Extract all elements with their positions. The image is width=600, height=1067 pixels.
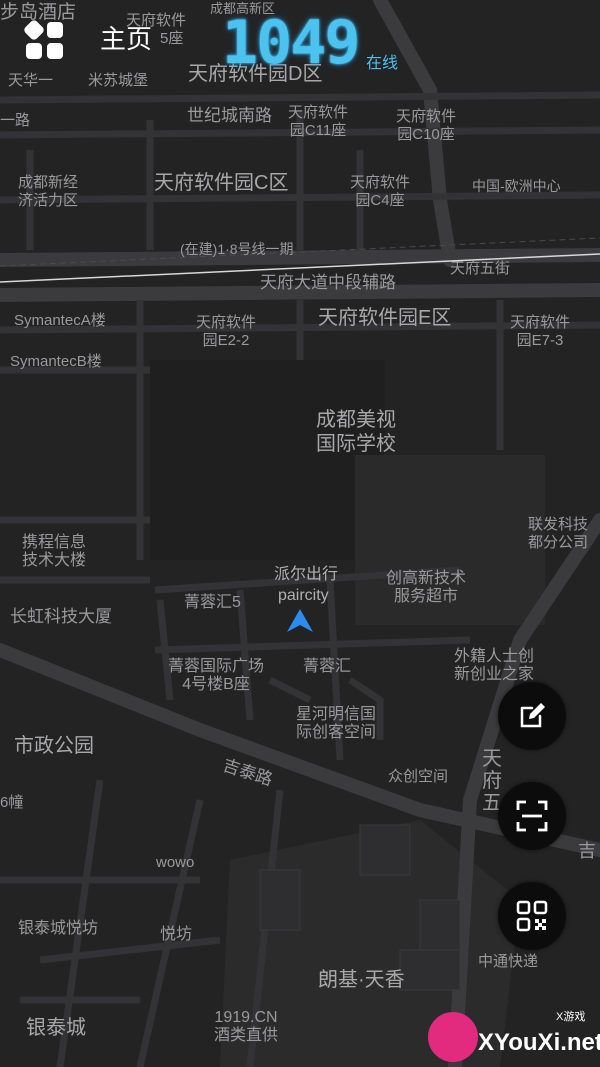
map-label: 朗基·天香 bbox=[318, 969, 405, 991]
map-label: 天府软件 园C10座 bbox=[396, 108, 457, 143]
watermark-small: X游戏 bbox=[556, 1011, 586, 1023]
location-label: 派尔出行 bbox=[274, 566, 339, 583]
map-label: 创高新技术 服务超市 bbox=[386, 570, 467, 605]
map-label: SymantecB楼 bbox=[10, 353, 102, 370]
map-label: 银泰城 bbox=[26, 1017, 86, 1039]
map-label: 菁蓉国际广场 4号楼B座 bbox=[168, 658, 265, 693]
map-label: 中通快递 bbox=[478, 953, 539, 970]
map-label: 天府软件 园E2-2 bbox=[196, 314, 257, 349]
grid-menu-icon[interactable] bbox=[22, 18, 66, 62]
map-label: 菁蓉汇 bbox=[303, 658, 352, 675]
map-label: 联发科技 都分公司 bbox=[528, 516, 589, 551]
map-label: 菁蓉汇5 bbox=[184, 594, 241, 611]
qr-code-button[interactable] bbox=[498, 882, 566, 950]
watermark: X游戏 XYouXi.net bbox=[428, 1008, 600, 1067]
navigation-arrow-icon bbox=[287, 609, 313, 632]
map-label: 携程信息 技术大楼 bbox=[22, 534, 87, 569]
map-label: 星河明信国 际创客空间 bbox=[296, 706, 377, 741]
map-label: (在建)1·8号线一期 bbox=[180, 241, 294, 257]
map-label: 成都新经 济活力区 bbox=[18, 174, 79, 209]
map-label: 吉 bbox=[578, 841, 596, 861]
edit-icon bbox=[520, 703, 545, 728]
online-label: 在线 bbox=[366, 55, 399, 72]
scan-button[interactable] bbox=[498, 782, 566, 850]
page-title[interactable]: 主页 bbox=[100, 22, 152, 56]
map-label: wowo bbox=[156, 854, 195, 871]
location-label-en: paircity bbox=[278, 587, 329, 604]
top-bar: 主页 1049 在线 bbox=[0, 0, 600, 80]
map-label: 悦坊 bbox=[160, 926, 193, 943]
scan-icon bbox=[516, 800, 548, 832]
map-label: 众创空间 bbox=[388, 768, 449, 785]
map-label: 天府软件园E区 bbox=[318, 307, 452, 329]
qr-code-icon bbox=[516, 900, 548, 932]
map-label: 成都美视 国际学校 bbox=[316, 409, 396, 455]
map-label: 银泰城悦坊 bbox=[18, 920, 99, 937]
map-label: 一路 bbox=[0, 112, 31, 129]
map-label: 天府软件 园E7-3 bbox=[510, 314, 571, 349]
map-label: 外籍人士创 新创业之家 bbox=[454, 648, 535, 683]
map-label: 市政公园 bbox=[14, 735, 94, 757]
online-count: 1049 bbox=[222, 8, 360, 78]
map-label: 天府五街 bbox=[450, 260, 511, 277]
map-label: 世纪城南路 bbox=[187, 106, 272, 125]
map-label: 天府软件 园C11座 bbox=[288, 104, 349, 139]
map-label: SymantecA楼 bbox=[14, 312, 106, 329]
map-label: 天府软件 园C4座 bbox=[350, 174, 411, 209]
map-label: 长虹科技大厦 bbox=[10, 607, 112, 626]
map-label: 中国-欧洲中心 bbox=[472, 178, 561, 194]
map-label: 天府大道中段辅路 bbox=[260, 273, 396, 292]
app-screen: 步岛酒店 成都高新区 天府软件 5座 天府软件园D区 米苏城堡 天华一 一路 世… bbox=[0, 0, 600, 1067]
map-label: 天府软件园C区 bbox=[154, 172, 289, 194]
watermark-text: XYouXi.net bbox=[478, 1029, 600, 1056]
edit-button[interactable] bbox=[498, 682, 566, 750]
map-label: 6幢 bbox=[0, 794, 24, 811]
map-label: 1919.CN 酒类直供 bbox=[214, 1009, 279, 1044]
watermark-logo-icon bbox=[428, 1012, 478, 1062]
